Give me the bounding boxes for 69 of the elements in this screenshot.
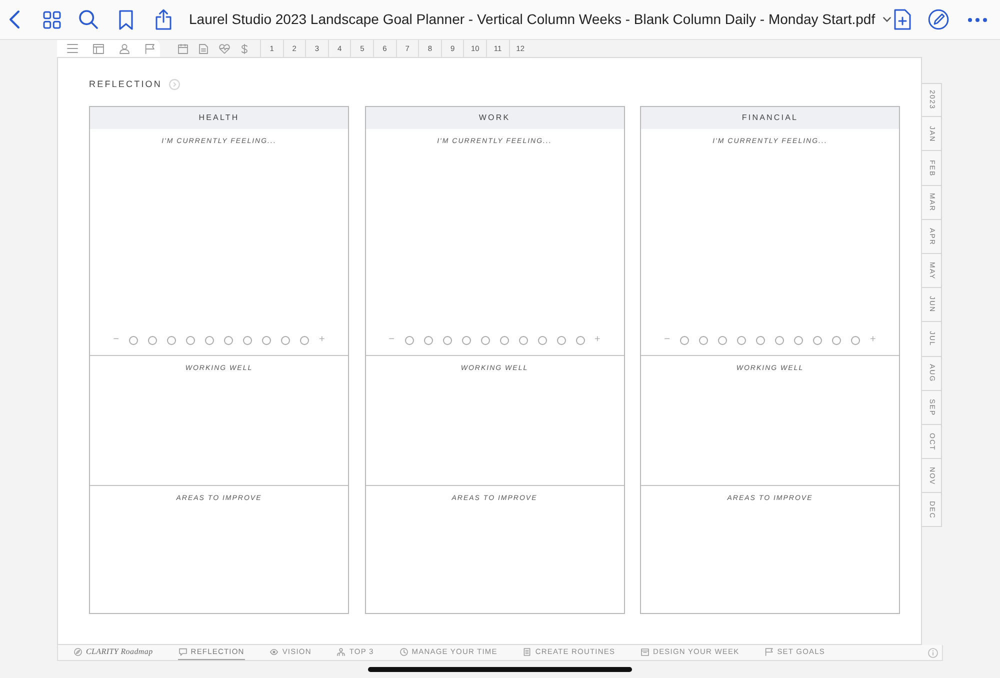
category-header: FINANCIAL [641, 107, 899, 129]
document-plus-icon[interactable] [894, 9, 911, 30]
rating-circle[interactable] [680, 336, 689, 344]
people-icon[interactable] [119, 44, 130, 54]
speech-bubble-icon [178, 648, 187, 656]
people-icon [337, 648, 346, 656]
category-header: WORK [366, 107, 624, 129]
rating-circle[interactable] [281, 336, 290, 344]
category-header: HEALTH [90, 107, 348, 129]
rating-circle[interactable] [576, 336, 584, 344]
calendar-icon[interactable] [178, 44, 188, 54]
chevron-circle-icon[interactable] [169, 78, 180, 90]
rating-circle[interactable] [794, 336, 803, 344]
rating-circle[interactable] [813, 336, 822, 344]
rating-circle[interactable] [480, 336, 490, 344]
rating-circle[interactable] [832, 336, 841, 344]
rating-circle[interactable] [538, 336, 546, 344]
document-icon[interactable] [199, 44, 208, 54]
rating-circle[interactable] [737, 336, 746, 344]
compass-icon [74, 648, 82, 656]
chevron-left-icon[interactable] [9, 10, 20, 29]
rating-circle[interactable] [442, 336, 452, 344]
rating-circle[interactable] [205, 336, 214, 344]
clock-icon [400, 648, 408, 656]
scale-low-label: − [664, 335, 670, 345]
rating-circle[interactable] [404, 336, 414, 344]
calendar-icon [641, 648, 650, 656]
rating-circle[interactable] [500, 336, 508, 344]
search-icon[interactable] [79, 10, 98, 29]
flag-icon[interactable] [145, 44, 155, 54]
rating-circle[interactable] [556, 336, 566, 344]
rating-circle[interactable] [756, 336, 765, 344]
menu-icon[interactable] [67, 44, 78, 53]
rating-circle[interactable] [699, 336, 708, 344]
document-title: Laurel Studio 2023 Landscape Goal Planner - Vertical Column Weeks - Blank Column Daily - Monday Start.pdf [189, 10, 876, 29]
flag-icon [765, 648, 774, 656]
rating-circle[interactable] [243, 336, 252, 344]
rating-circle[interactable] [518, 336, 528, 344]
rating-circle[interactable] [300, 336, 309, 344]
scale-low-label: − [388, 335, 394, 345]
scale-low-label: − [113, 335, 119, 345]
bookmark-icon[interactable] [119, 10, 133, 30]
rating-circle[interactable] [718, 336, 727, 344]
info-icon[interactable] [928, 648, 938, 658]
share-icon[interactable] [155, 9, 172, 30]
scale-high-label: + [594, 335, 600, 345]
rating-circle[interactable] [148, 336, 157, 344]
layout-icon[interactable] [93, 44, 104, 54]
scale-high-label: + [870, 335, 876, 345]
eye-icon [270, 648, 278, 656]
document-icon [523, 648, 532, 656]
grid-icon[interactable] [43, 10, 61, 28]
dollar-icon[interactable] [241, 44, 248, 54]
section-title: REFLECTION [89, 78, 162, 91]
roadmap-link[interactable]: CLARITY Roadmap [73, 645, 154, 660]
rating-circle[interactable] [167, 336, 176, 344]
rating-circle[interactable] [775, 336, 784, 344]
rating-circle[interactable] [851, 336, 860, 344]
rating-circle[interactable] [129, 336, 138, 344]
rating-circle[interactable] [462, 336, 470, 344]
pen-circle-icon[interactable] [928, 9, 949, 30]
rating-circle[interactable] [186, 336, 195, 344]
rating-circle[interactable] [424, 336, 432, 344]
heartbeat-icon[interactable] [219, 44, 230, 54]
rating-circle[interactable] [224, 336, 233, 344]
caret-icon[interactable] [883, 17, 892, 22]
more-icon[interactable] [968, 18, 987, 22]
rating-circle[interactable] [262, 336, 271, 344]
scale-high-label: + [319, 335, 325, 345]
